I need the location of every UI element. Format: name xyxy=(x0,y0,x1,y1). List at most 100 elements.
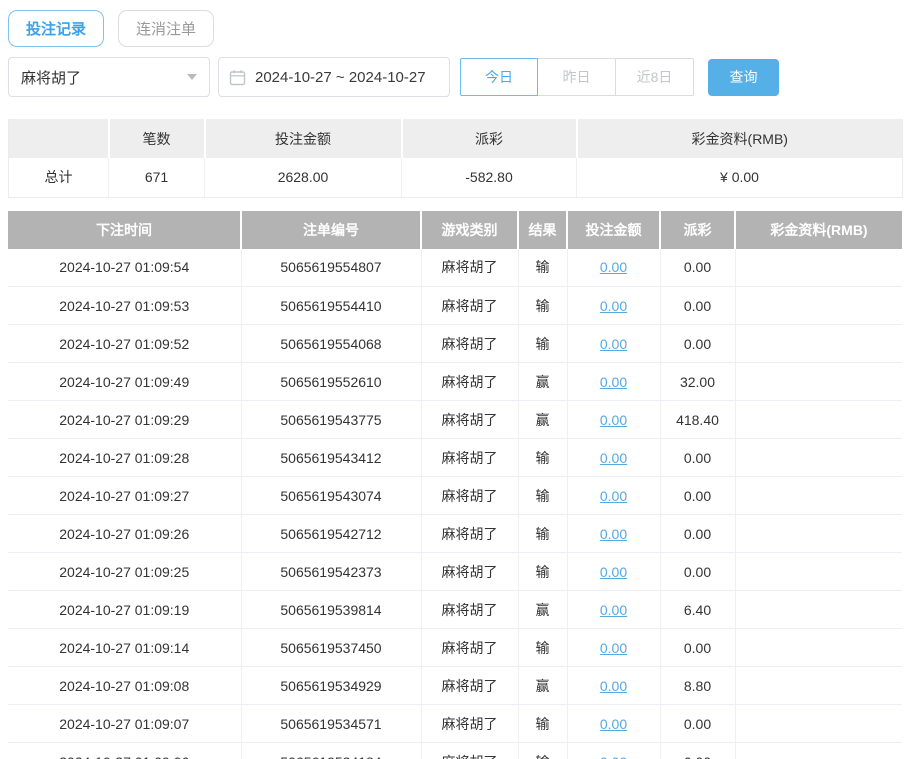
bet-amount-link[interactable]: 0.00 xyxy=(600,716,627,732)
bet-amount-link[interactable]: 0.00 xyxy=(600,374,627,390)
result-cell: 输 xyxy=(518,287,567,325)
payout-cell: 0.00 xyxy=(660,249,735,287)
query-button[interactable]: 查询 xyxy=(708,59,779,96)
payout-cell: 6.40 xyxy=(660,591,735,629)
game-type-cell: 麻将胡了 xyxy=(421,287,518,325)
bonus-cell xyxy=(735,401,902,439)
date-range-input[interactable]: 2024-10-27 ~ 2024-10-27 xyxy=(218,57,450,97)
tab-betting-records[interactable]: 投注记录 xyxy=(8,10,104,47)
bet-time-cell: 2024-10-27 01:09:52 xyxy=(8,325,241,363)
top-tabs: 投注记录 连消注单 xyxy=(8,10,902,47)
summary-header-bonus: 彩金资料(RMB) xyxy=(577,119,903,158)
game-select[interactable]: 麻将胡了 xyxy=(8,57,210,97)
result-cell: 输 xyxy=(518,705,567,743)
bet-amount-cell: 0.00 xyxy=(567,439,660,477)
last-8-days-button[interactable]: 近8日 xyxy=(616,58,694,96)
today-button[interactable]: 今日 xyxy=(460,58,538,96)
order-id-cell: 5065619542373 xyxy=(241,553,421,591)
table-row: 2024-10-27 01:09:145065619537450麻将胡了输0.0… xyxy=(8,629,902,667)
game-type-cell: 麻将胡了 xyxy=(421,629,518,667)
bet-amount-link[interactable]: 0.00 xyxy=(600,564,627,580)
bonus-cell xyxy=(735,629,902,667)
table-row: 2024-10-27 01:09:195065619539814麻将胡了赢0.0… xyxy=(8,591,902,629)
table-row: 2024-10-27 01:09:535065619554410麻将胡了输 0.0… xyxy=(8,287,902,325)
bet-amount-link[interactable]: 0.00 xyxy=(600,336,627,352)
order-id-cell: 5065619534571 xyxy=(241,705,421,743)
payout-cell: 32.00 xyxy=(660,363,735,401)
bet-time-cell: 2024-10-27 01:09:26 xyxy=(8,515,241,553)
result-cell: 输 xyxy=(518,553,567,591)
bonus-cell xyxy=(735,743,902,759)
bet-amount-link[interactable]: 0.00 xyxy=(600,450,627,466)
result-cell: 输 xyxy=(518,743,567,759)
bet-amount-link[interactable]: 0.00 xyxy=(600,678,627,694)
order-id-cell: 5065619543775 xyxy=(241,401,421,439)
game-type-cell: 麻将胡了 xyxy=(421,325,518,363)
bet-amount-link[interactable]: 0.00 xyxy=(600,640,627,656)
calendar-icon xyxy=(229,69,246,86)
result-cell: 输 xyxy=(518,249,567,287)
bet-amount-link[interactable]: 0.00 xyxy=(600,298,627,314)
table-row: 2024-10-27 01:09:275065619543074麻将胡了输0.0… xyxy=(8,477,902,515)
bet-time-cell: 2024-10-27 01:09:49 xyxy=(8,363,241,401)
bonus-cell xyxy=(735,477,902,515)
bet-time-cell: 2024-10-27 01:09:29 xyxy=(8,401,241,439)
order-id-cell: 5065619554410 xyxy=(241,287,421,325)
table-row: 2024-10-27 01:09:265065619542712麻将胡了输0.0… xyxy=(8,515,902,553)
records-tbody: 2024-10-27 01:09:545065619554807麻将胡了输0.0… xyxy=(8,249,902,759)
game-type-cell: 麻将胡了 xyxy=(421,439,518,477)
bonus-cell xyxy=(735,325,902,363)
date-range-value: 2024-10-27 ~ 2024-10-27 xyxy=(255,69,426,86)
order-id-cell: 5065619543074 xyxy=(241,477,421,515)
game-type-cell: 麻将胡了 xyxy=(421,591,518,629)
bonus-cell xyxy=(735,439,902,477)
bonus-cell xyxy=(735,591,902,629)
summary-header-blank xyxy=(9,119,109,158)
game-type-cell: 麻将胡了 xyxy=(421,363,518,401)
result-cell: 赢 xyxy=(518,591,567,629)
payout-cell: 0.00 xyxy=(660,515,735,553)
summary-header-count: 笔数 xyxy=(109,119,205,158)
table-row: 2024-10-27 01:09:545065619554807麻将胡了输0.0… xyxy=(8,249,902,287)
bet-amount-cell: 0.00 xyxy=(567,705,660,743)
bet-amount-link[interactable]: 0.00 xyxy=(600,602,627,618)
col-header-order-id: 注单编号 xyxy=(241,211,421,249)
records-table: 下注时间 注单编号 游戏类别 结果 投注金额 派彩 彩金资料(RMB) 2024… xyxy=(8,211,902,759)
bet-time-cell: 2024-10-27 01:09:53 xyxy=(8,287,241,325)
order-id-cell: 5065619554068 xyxy=(241,325,421,363)
bet-time-cell: 2024-10-27 01:09:27 xyxy=(8,477,241,515)
bet-time-cell: 2024-10-27 01:09:54 xyxy=(8,249,241,287)
payout-cell: 0.00 xyxy=(660,287,735,325)
bet-amount-cell: 0.00 xyxy=(567,477,660,515)
bet-time-cell: 2024-10-27 01:09:14 xyxy=(8,629,241,667)
summary-header-bet-amount: 投注金额 xyxy=(205,119,402,158)
result-cell: 输 xyxy=(518,629,567,667)
result-cell: 赢 xyxy=(518,667,567,705)
summary-header-payout: 派彩 xyxy=(402,119,577,158)
bet-amount-cell: 0.00 xyxy=(567,743,660,759)
order-id-cell: 5065619552610 xyxy=(241,363,421,401)
bonus-cell xyxy=(735,249,902,287)
col-header-bonus: 彩金资料(RMB) xyxy=(735,211,902,249)
game-type-cell: 麻将胡了 xyxy=(421,401,518,439)
order-id-cell: 5065619554807 xyxy=(241,249,421,287)
bet-amount-link[interactable]: 0.00 xyxy=(600,412,627,428)
bet-amount-cell: 0.00 xyxy=(567,667,660,705)
tab-cancelled-orders[interactable]: 连消注单 xyxy=(118,10,214,47)
payout-cell: 0.00 xyxy=(660,629,735,667)
col-header-bet-amount: 投注金额 xyxy=(567,211,660,249)
result-cell: 赢 xyxy=(518,401,567,439)
yesterday-button[interactable]: 昨日 xyxy=(538,58,616,96)
payout-cell: 0.00 xyxy=(660,705,735,743)
bet-amount-cell: 0.00 xyxy=(567,401,660,439)
bet-amount-link[interactable]: 0.00 xyxy=(600,488,627,504)
result-cell: 输 xyxy=(518,477,567,515)
bet-time-cell: 2024-10-27 01:09:06 xyxy=(8,743,241,759)
bet-amount-link[interactable]: 0.00 xyxy=(600,526,627,542)
summary-total-payout: -582.80 xyxy=(402,158,577,197)
result-cell: 赢 xyxy=(518,363,567,401)
bet-amount-cell: 0.00 xyxy=(567,515,660,553)
bet-amount-link[interactable]: 0.00 xyxy=(600,259,627,275)
bet-amount-link[interactable]: 0.00 xyxy=(600,754,627,759)
table-row: 2024-10-27 01:09:285065619543412麻将胡了输0.0… xyxy=(8,439,902,477)
